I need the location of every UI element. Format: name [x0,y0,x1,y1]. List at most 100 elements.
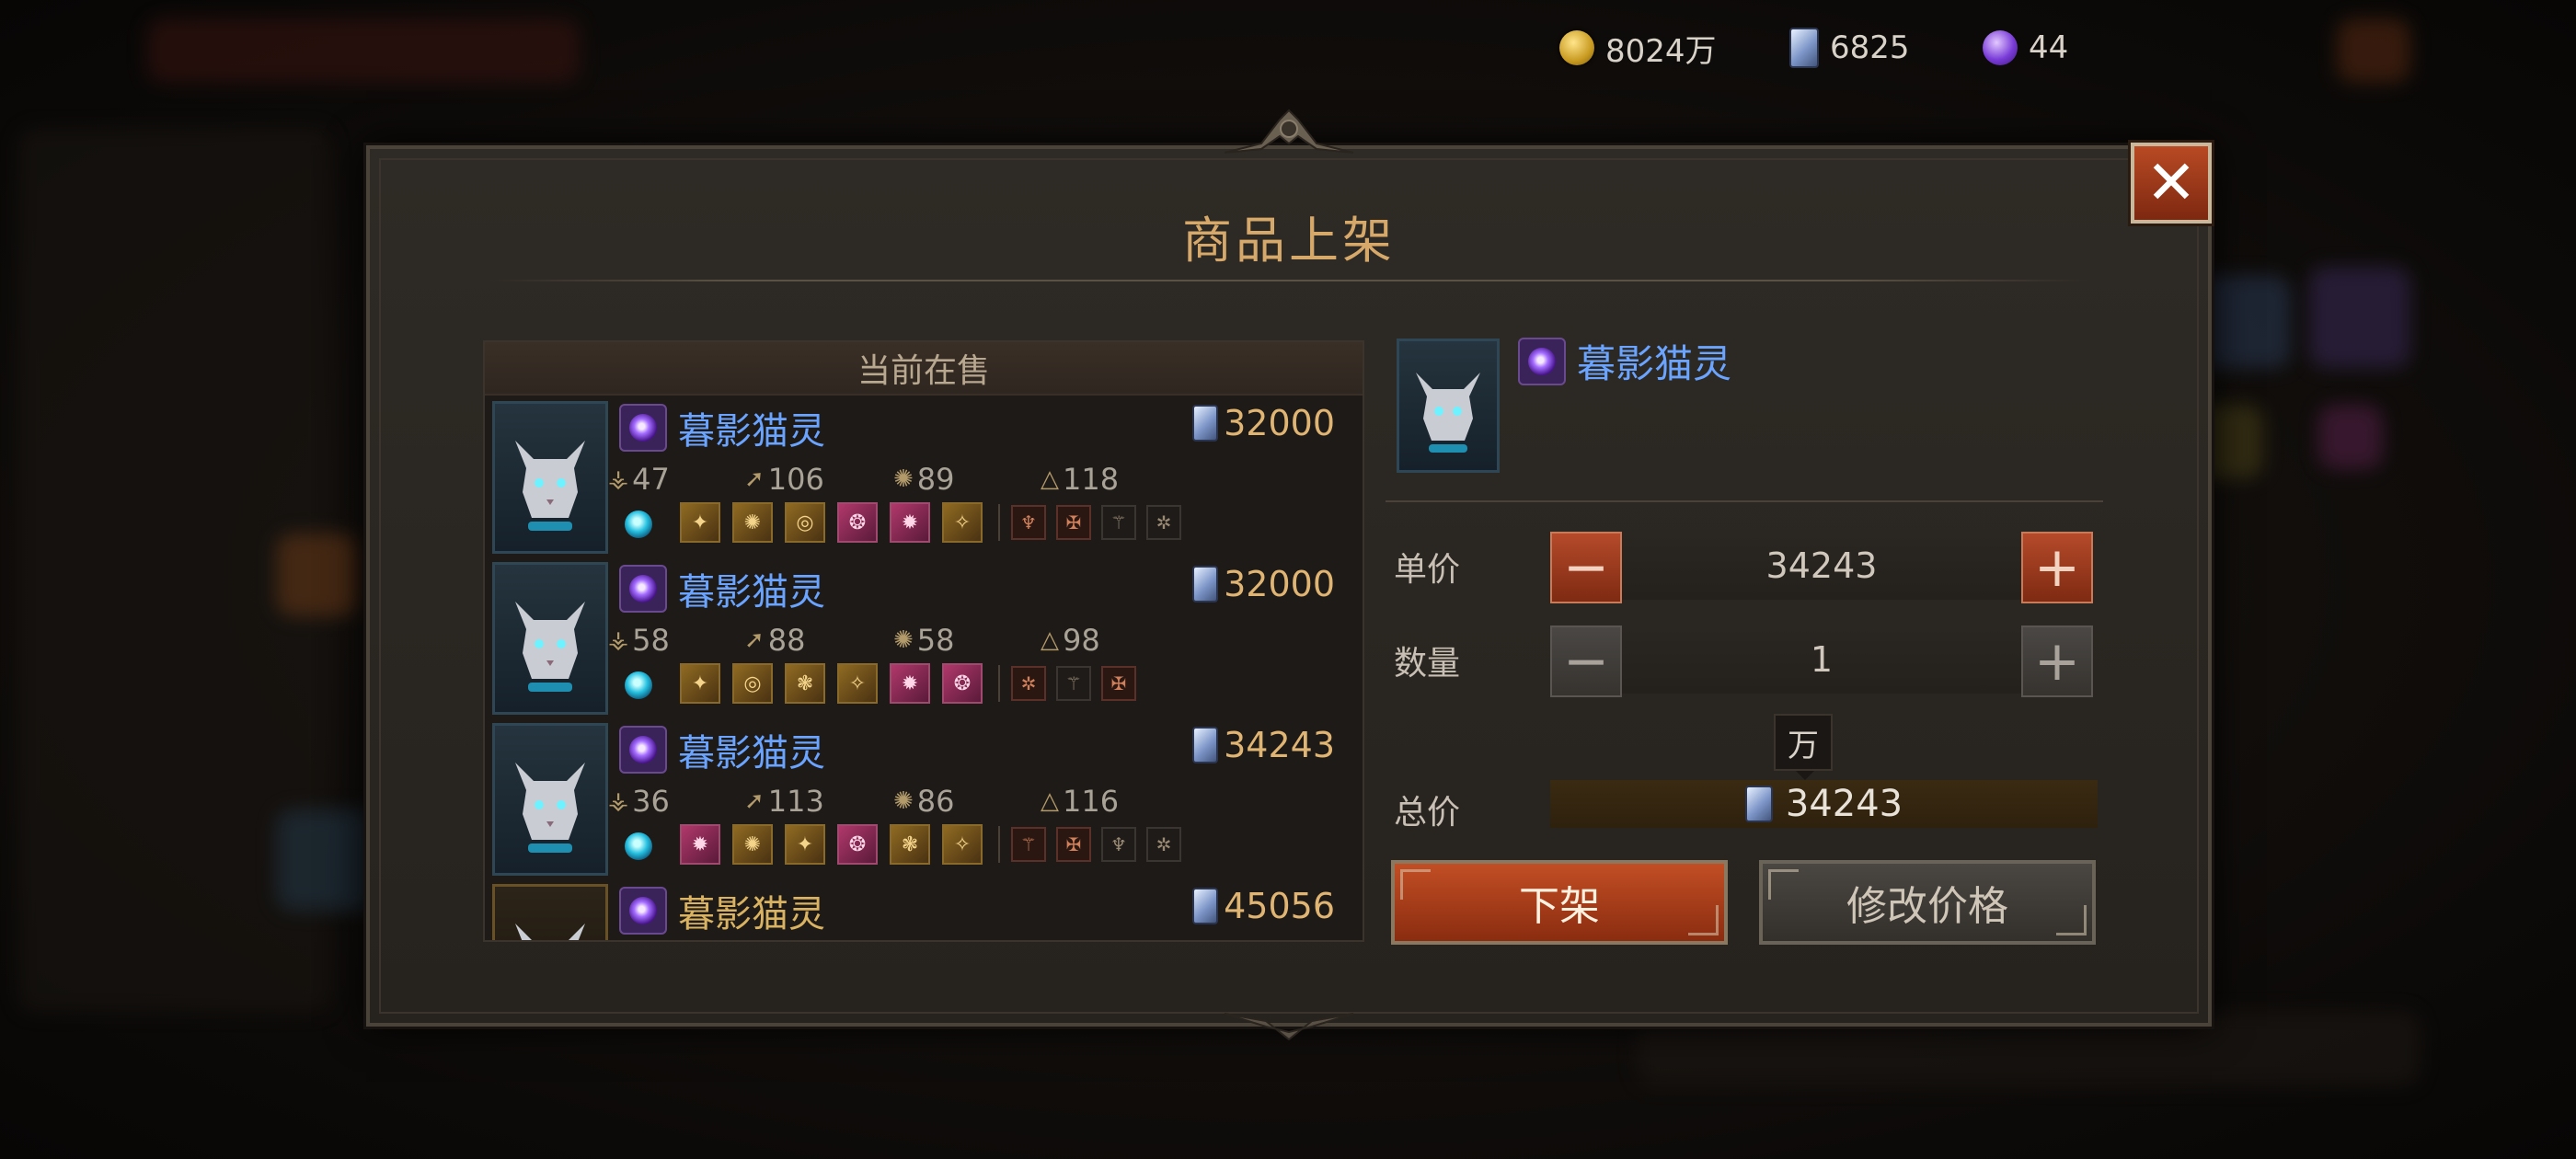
gem-icon [625,511,652,538]
rune-icon[interactable]: ♆ [1011,505,1046,540]
dialog-title: 商品上架 [1182,212,1396,270]
pet-type-icon [619,726,667,774]
skill-icon[interactable]: ✹ [890,502,930,543]
rune-icon[interactable]: ⚚ [1011,827,1046,862]
listing-info: 暮影猫灵 32000 ⚶ 47 ➚ 106 ✺ 89 △ 118 ✦ ✺ ◎ ❂ ✹ ✧ [608,396,1363,557]
close-button[interactable]: ✕ [2131,143,2212,224]
corner-ornament [1400,869,1431,900]
listing-row-3[interactable]: 暮影猫灵 34243 ⚶ 36 ➚ 113 ✺ 86 △ 116 ✹ ✺ ✦ ❂ ❃ ✧ [485,717,1363,878]
stat-attack: ➚ 113 [744,784,824,819]
selected-pet-portrait [1397,339,1500,473]
quantity-decrease-button[interactable]: − [1550,625,1622,697]
unit-price-value[interactable]: 34243 [1550,532,2093,600]
crystal-icon [1789,28,1819,68]
gold-coin-icon [1559,30,1594,65]
skill-icon[interactable]: ❂ [837,502,878,543]
pet-type-icon [1518,337,1566,385]
unit-price-stepper: 34243 − + [1550,532,2093,603]
rune-icon[interactable]: ⚚ [1056,666,1091,701]
stat-defense: △ 116 [1041,784,1120,819]
listing-row-1[interactable]: 暮影猫灵 32000 ⚶ 47 ➚ 106 ✺ 89 △ 118 ✦ ✺ ◎ ❂ ✹ ✧ [485,396,1363,557]
crystal-icon [1192,727,1219,763]
pet-type-icon [619,565,667,613]
skill-icon[interactable]: ❃ [890,824,930,865]
modify-price-button[interactable]: 修改价格 [1759,860,2096,945]
listing-row-4[interactable]: 暮影猫灵 45056 [485,878,1363,940]
listing-price: 45056 [1192,886,1335,926]
arrow-icon: ➚ [744,787,765,815]
rune-icon[interactable]: ✲ [1146,505,1181,540]
stat-attack: ➚ 88 [744,623,806,658]
corner-ornament [2056,905,2087,935]
plus-icon: + [2033,629,2081,694]
price-value: 32000 [1224,403,1335,443]
unit-price-increase-button[interactable]: + [2021,532,2093,603]
skill-icon[interactable]: ✦ [680,502,720,543]
rune-icon[interactable]: ✲ [1146,827,1181,862]
cat-spirit-icon [515,763,585,853]
delist-button[interactable]: 下架 [1391,860,1728,945]
total-price-box: 34243 [1550,780,2098,828]
quantity-stepper: 1 − + [1550,625,2093,697]
close-icon: ✕ [2145,147,2197,218]
triangle-icon: △ [1041,626,1059,654]
selected-pet-name: 暮影猫灵 [1518,333,1731,389]
skill-icon[interactable]: ✺ [732,824,773,865]
rune-icon[interactable]: ✠ [1101,666,1136,701]
selected-pet-name-text: 暮影猫灵 [1577,341,1732,386]
gem-icon [625,671,652,699]
rune-icon[interactable]: ⚚ [1101,505,1136,540]
arrow-icon: ➚ [744,626,765,654]
claw-icon: ⚶ [608,465,629,493]
skill-icon[interactable]: ❃ [785,663,825,704]
minus-icon: − [1562,629,1610,694]
crystal-icon [1192,405,1219,442]
quantity-increase-button[interactable]: + [2021,625,2093,697]
pet-name-text: 暮影猫灵 [678,571,825,614]
skill-icon[interactable]: ✦ [785,824,825,865]
rune-icon[interactable]: ♆ [1101,827,1136,862]
eye-icon: ✺ [893,626,914,654]
skill-icon[interactable]: ◎ [732,663,773,704]
slot-divider [998,665,1000,702]
crest-bottom-ornament [1225,1013,1353,1041]
skill-icon[interactable]: ❂ [942,663,983,704]
title-divider [488,280,2090,281]
rune-icon[interactable]: ✠ [1056,505,1091,540]
pet-name-text: 暮影猫灵 [678,410,825,453]
claw-icon: ⚶ [608,787,629,815]
skill-icon[interactable]: ✧ [837,663,878,704]
total-price-value: 34243 [1785,783,1903,825]
cat-spirit-icon [515,441,585,531]
corner-ornament [1768,869,1799,900]
pet-stats: ⚶ 47 ➚ 106 ✺ 89 △ 118 [608,462,1119,497]
pet-portrait [492,723,608,876]
slot-divider [998,504,1000,541]
detail-divider [1386,500,2103,502]
pet-portrait [492,401,608,554]
rune-icon[interactable]: ✠ [1056,827,1091,862]
listing-row-2[interactable]: 暮影猫灵 32000 ⚶ 58 ➚ 88 ✺ 58 △ 98 ✦ ◎ ❃ ✧ ✹ ❂ [485,557,1363,717]
pet-name: 暮影猫灵 [619,401,825,454]
slot-divider [998,826,1000,863]
skill-icon[interactable]: ✹ [890,663,930,704]
quantity-value[interactable]: 1 [1550,625,2093,694]
rune-icon[interactable]: ✲ [1011,666,1046,701]
skill-icon[interactable]: ❂ [837,824,878,865]
skill-icon[interactable]: ✧ [942,502,983,543]
skill-icon[interactable]: ✹ [680,824,720,865]
skill-icon[interactable]: ✧ [942,824,983,865]
triangle-icon: △ [1041,787,1059,815]
quantity-label: 数量 [1394,645,1461,683]
total-price-label: 总价 [1394,794,1461,832]
gold-amount: 8024万 [1605,32,1717,70]
listing-info: 暮影猫灵 45056 [615,878,1363,940]
stat-vitality: ⚶ 36 [608,784,670,819]
arrow-icon: ➚ [744,465,765,493]
crystal-icon [1192,566,1219,602]
gold-currency: 8024万 [1559,26,1717,70]
skill-icon[interactable]: ◎ [785,502,825,543]
unit-price-decrease-button[interactable]: − [1550,532,1622,603]
skill-icon[interactable]: ✦ [680,663,720,704]
skill-icon[interactable]: ✺ [732,502,773,543]
